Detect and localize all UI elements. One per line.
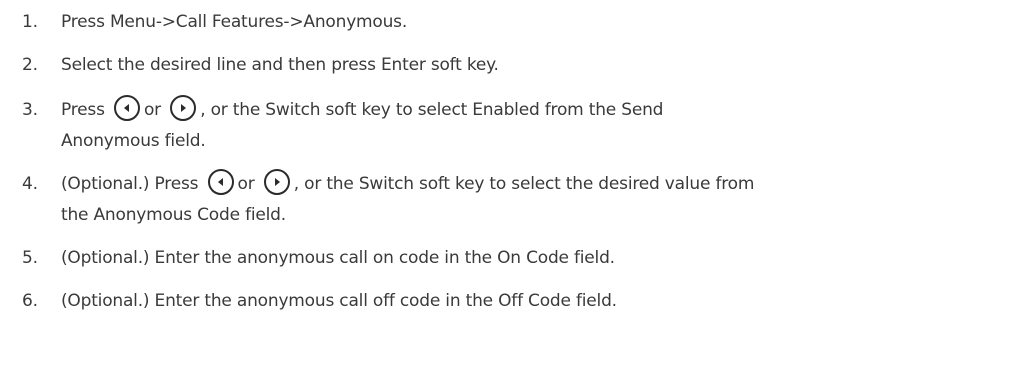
left-navigation-key-icon: [207, 169, 234, 195]
step-number: 6.: [22, 291, 38, 311]
step-line: Anonymous field.: [61, 131, 206, 151]
right-navigation-key-icon: [170, 95, 197, 121]
step-number: 2.: [22, 55, 38, 75]
step-line: (Optional.) Enter the anonymous call on …: [61, 248, 615, 268]
step-text: (Optional.) Enter the anonymous call on …: [61, 243, 615, 274]
step-number: 1.: [22, 12, 38, 32]
step-line: the Anonymous Code field.: [61, 205, 286, 225]
step-line: (Optional.) Enter the anonymous call off…: [61, 291, 617, 311]
step-line: Press or , or the Switch soft key to sel…: [61, 95, 663, 126]
step-number: 5.: [22, 248, 38, 268]
step-text-segment: Press: [61, 100, 105, 120]
instruction-steps: 1. Press Menu->Call Features->Anonymous.…: [0, 0, 1024, 371]
step-line: (Optional.) Press or , or the Switch sof…: [61, 169, 754, 200]
step-text-segment: , or the Switch soft key to select Enabl…: [200, 100, 664, 120]
step-number: 3.: [22, 100, 38, 120]
step-text: Press Menu->Call Features->Anonymous.: [61, 7, 407, 38]
step-text-segment: or: [237, 174, 255, 194]
step-number: 4.: [22, 174, 38, 194]
step-text-segment: or: [143, 100, 161, 120]
step-text: Select the desired line and then press E…: [61, 50, 499, 81]
step-line: Press Menu->Call Features->Anonymous.: [61, 12, 408, 32]
step-text: (Optional.) Enter the anonymous call off…: [61, 286, 617, 317]
step-line: Select the desired line and then press E…: [61, 55, 499, 75]
step-text-segment: (Optional.) Press: [61, 174, 199, 194]
step-text-segment: , or the Switch soft key to select the d…: [293, 174, 755, 194]
step-text: (Optional.) Press or , or the Switch sof…: [61, 169, 754, 231]
left-navigation-key-icon: [113, 95, 140, 121]
step-text: Press or , or the Switch soft key to sel…: [61, 95, 663, 157]
right-navigation-key-icon: [263, 169, 290, 195]
